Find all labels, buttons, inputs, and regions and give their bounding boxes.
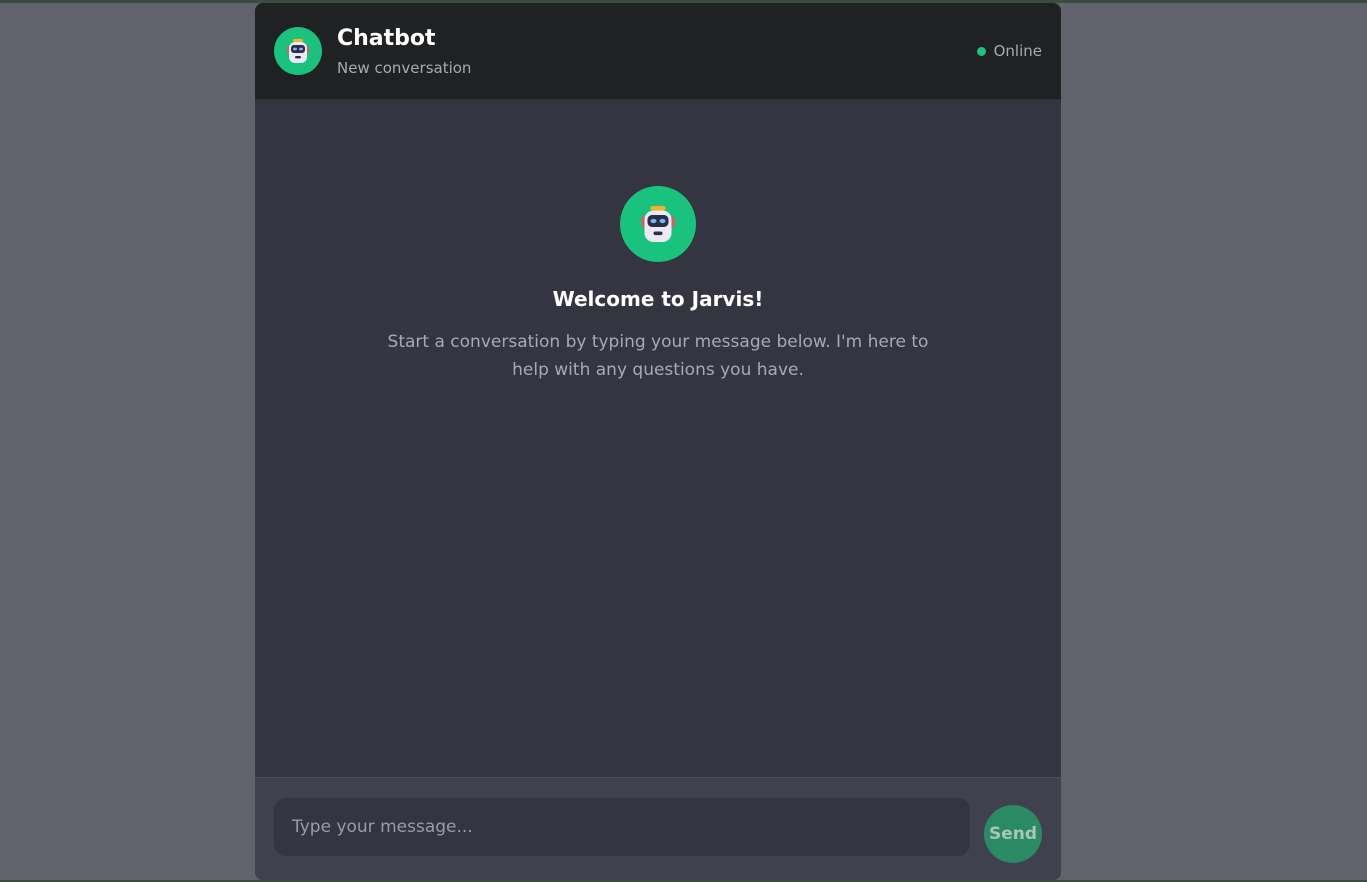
chat-header: Chatbot New conversation Online xyxy=(255,3,1061,100)
welcome-message: Start a conversation by typing your mess… xyxy=(387,332,929,380)
bot-avatar xyxy=(274,27,322,75)
message-input[interactable] xyxy=(274,798,970,856)
robot-icon xyxy=(287,38,309,63)
robot-icon xyxy=(641,204,675,242)
chat-title: Chatbot xyxy=(337,26,436,51)
welcome-avatar xyxy=(620,186,696,262)
composer-bar: Send xyxy=(255,777,1061,880)
message-area[interactable]: Welcome to Jarvis! Start a conversation … xyxy=(255,100,1061,777)
chat-subtitle: New conversation xyxy=(337,59,472,77)
send-button[interactable]: Send xyxy=(984,805,1042,863)
status-label: Online xyxy=(993,42,1042,60)
status-indicator: Online xyxy=(976,41,1042,61)
welcome-title: Welcome to Jarvis! xyxy=(552,287,764,311)
chat-window: Chatbot New conversation Online Welcome … xyxy=(255,3,1061,880)
status-dot-icon xyxy=(976,46,986,56)
